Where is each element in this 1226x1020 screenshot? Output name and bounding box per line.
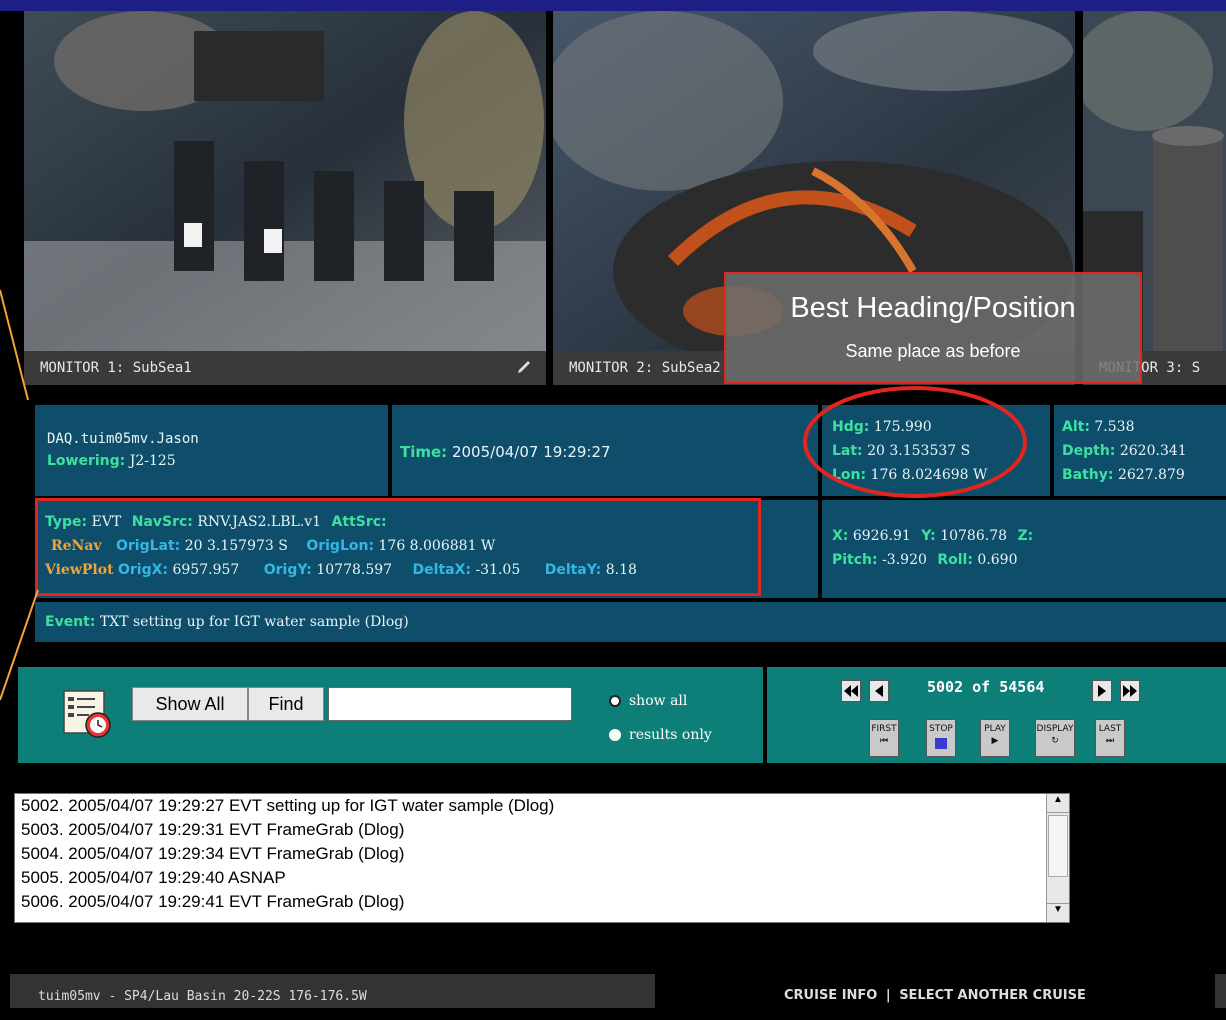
list-item[interactable]: 5006. 2005/04/07 19:29:41 EVT FrameGrab … bbox=[15, 890, 1069, 914]
play-button[interactable]: PLAY ▶ bbox=[980, 719, 1010, 757]
scroll-thumb[interactable] bbox=[1048, 815, 1068, 877]
time-value: 2005/04/07 19:29:27 bbox=[451, 443, 611, 461]
dataset-name: DAQ.tuim05mv.Jason bbox=[47, 431, 199, 447]
bathy-value: 2627.879 bbox=[1117, 467, 1185, 483]
search-bar: Show All Find show all results only bbox=[18, 667, 763, 763]
step-forward-icon bbox=[1098, 685, 1106, 697]
pencil-icon[interactable] bbox=[516, 359, 532, 375]
step-back-button[interactable] bbox=[869, 680, 889, 702]
depth-label: Depth: bbox=[1062, 443, 1116, 459]
y-label: Y: bbox=[921, 528, 936, 544]
bathy-label: Bathy: bbox=[1062, 467, 1114, 483]
radio-results-only-dot[interactable] bbox=[609, 729, 621, 741]
pitch-label: Pitch: bbox=[832, 552, 878, 568]
list-item[interactable]: 5005. 2005/04/07 19:29:40 ASNAP bbox=[15, 866, 1069, 890]
step-back-icon bbox=[875, 685, 883, 697]
monitor-1-caption: MONITOR 1: SubSea1 bbox=[24, 351, 546, 385]
depth-panel: Alt: 7.538 Depth: 2620.341 Bathy: 2627.8… bbox=[1054, 405, 1226, 496]
scroll-down-icon[interactable]: ▼ bbox=[1047, 903, 1069, 922]
scroll-up-icon[interactable]: ▲ bbox=[1047, 794, 1069, 813]
highlight-ellipse bbox=[803, 386, 1027, 498]
display-label: DISPLAY bbox=[1036, 724, 1074, 734]
nav-source-highlight-box bbox=[35, 498, 761, 596]
nav-source-panel: Type: EVT NavSrc: RNV.JAS2.LBL.v1 AttSrc… bbox=[35, 498, 818, 598]
footer-links: CRUISE INFO | SELECT ANOTHER CRUISE bbox=[784, 988, 1086, 1003]
monitor-1-label: MONITOR 1: bbox=[40, 360, 125, 376]
monitor-3-source: S bbox=[1191, 360, 1201, 376]
roll-value: 0.690 bbox=[977, 552, 1018, 568]
stop-button[interactable]: STOP bbox=[926, 719, 956, 757]
radio-show-all-dot[interactable] bbox=[609, 695, 621, 707]
monitor-2-source: SubSea2 bbox=[661, 360, 721, 376]
time-label: Time: bbox=[400, 443, 448, 461]
cruise-info-link[interactable]: CRUISE INFO bbox=[784, 988, 877, 1003]
step-forward-button[interactable] bbox=[1092, 680, 1112, 702]
time-panel: Time: 2005/04/07 19:29:27 bbox=[392, 405, 818, 496]
radio-results-only[interactable]: results only bbox=[609, 727, 712, 743]
stop-label: STOP bbox=[929, 724, 953, 734]
y-value: 10786.78 bbox=[940, 528, 1008, 544]
event-panel: Event: TXT setting up for IGT water samp… bbox=[35, 602, 1226, 642]
find-button[interactable]: Find bbox=[248, 687, 324, 721]
fast-forward-button[interactable] bbox=[1120, 680, 1140, 702]
footer-edge bbox=[1215, 974, 1226, 1008]
radio-show-all[interactable]: show all bbox=[609, 693, 687, 709]
position-panel: X: 6926.91 Y: 10786.78 Z: Pitch: -3.920 … bbox=[822, 500, 1226, 598]
roll-label: Roll: bbox=[937, 552, 973, 568]
event-value: TXT setting up for IGT water sample (Dlo… bbox=[99, 614, 409, 630]
play-label: PLAY bbox=[984, 724, 1006, 734]
display-button[interactable]: DISPLAY ↻ bbox=[1035, 719, 1075, 757]
monitor-1[interactable]: MONITOR 1: SubSea1 bbox=[24, 11, 546, 385]
first-label: FIRST bbox=[871, 724, 897, 734]
record-counter: 5002 of 54564 bbox=[927, 678, 1045, 696]
list-scrollbar[interactable]: ▲ ▼ bbox=[1046, 794, 1069, 922]
stop-icon bbox=[935, 738, 947, 749]
best-position-callout: Best Heading/Position Same place as befo… bbox=[724, 272, 1142, 384]
search-input[interactable] bbox=[328, 687, 572, 721]
cruise-title: tuim05mv - SP4/Lau Basin 20-22S 176-176.… bbox=[10, 974, 655, 1008]
event-label: Event: bbox=[45, 614, 96, 630]
first-icon: ⏮ bbox=[879, 736, 889, 746]
select-cruise-link[interactable]: SELECT ANOTHER CRUISE bbox=[899, 988, 1086, 1003]
z-label: Z: bbox=[1017, 528, 1034, 544]
event-list[interactable]: 5002. 2005/04/07 19:29:27 EVT setting up… bbox=[14, 793, 1070, 923]
fast-rewind-icon bbox=[844, 685, 858, 697]
alt-value: 7.538 bbox=[1094, 419, 1135, 435]
monitor-1-source: SubSea1 bbox=[132, 360, 192, 376]
alt-label: Alt: bbox=[1062, 419, 1090, 435]
connector-lines bbox=[0, 289, 39, 701]
monitor-2-label: MONITOR 2: bbox=[569, 360, 654, 376]
x-value: 6926.91 bbox=[852, 528, 911, 544]
callout-subtitle: Same place as before bbox=[845, 341, 1021, 361]
monitor-1-video bbox=[24, 11, 546, 351]
radio-show-all-label: show all bbox=[629, 693, 688, 709]
lowering-value: J2-125 bbox=[129, 453, 176, 469]
cycle-icon: ↻ bbox=[1051, 736, 1059, 746]
fast-forward-icon bbox=[1123, 685, 1137, 697]
callout-title: Best Heading/Position bbox=[790, 292, 1076, 324]
first-button[interactable]: FIRST ⏮ bbox=[869, 719, 899, 757]
footer-separator: | bbox=[885, 988, 891, 1003]
fast-rewind-button[interactable] bbox=[841, 680, 861, 702]
x-label: X: bbox=[832, 528, 849, 544]
event-log-clock-icon[interactable] bbox=[62, 689, 114, 739]
show-all-button[interactable]: Show All bbox=[132, 687, 248, 721]
list-item[interactable]: 5004. 2005/04/07 19:29:34 EVT FrameGrab … bbox=[15, 842, 1069, 866]
pitch-value: -3.920 bbox=[882, 552, 927, 568]
play-icon: ▶ bbox=[991, 736, 999, 746]
radio-results-only-label: results only bbox=[629, 727, 712, 743]
lowering-label: Lowering: bbox=[47, 453, 126, 469]
last-label: LAST bbox=[1098, 724, 1122, 734]
list-item[interactable]: 5003. 2005/04/07 19:29:31 EVT FrameGrab … bbox=[15, 818, 1069, 842]
top-bar bbox=[0, 0, 1226, 11]
last-button[interactable]: LAST ⏭ bbox=[1095, 719, 1125, 757]
depth-value: 2620.341 bbox=[1119, 443, 1187, 459]
last-icon: ⏭ bbox=[1105, 736, 1115, 746]
dataset-panel: DAQ.tuim05mv.Jason Lowering: J2-125 bbox=[35, 405, 388, 496]
list-item[interactable]: 5002. 2005/04/07 19:29:27 EVT setting up… bbox=[15, 794, 1069, 818]
